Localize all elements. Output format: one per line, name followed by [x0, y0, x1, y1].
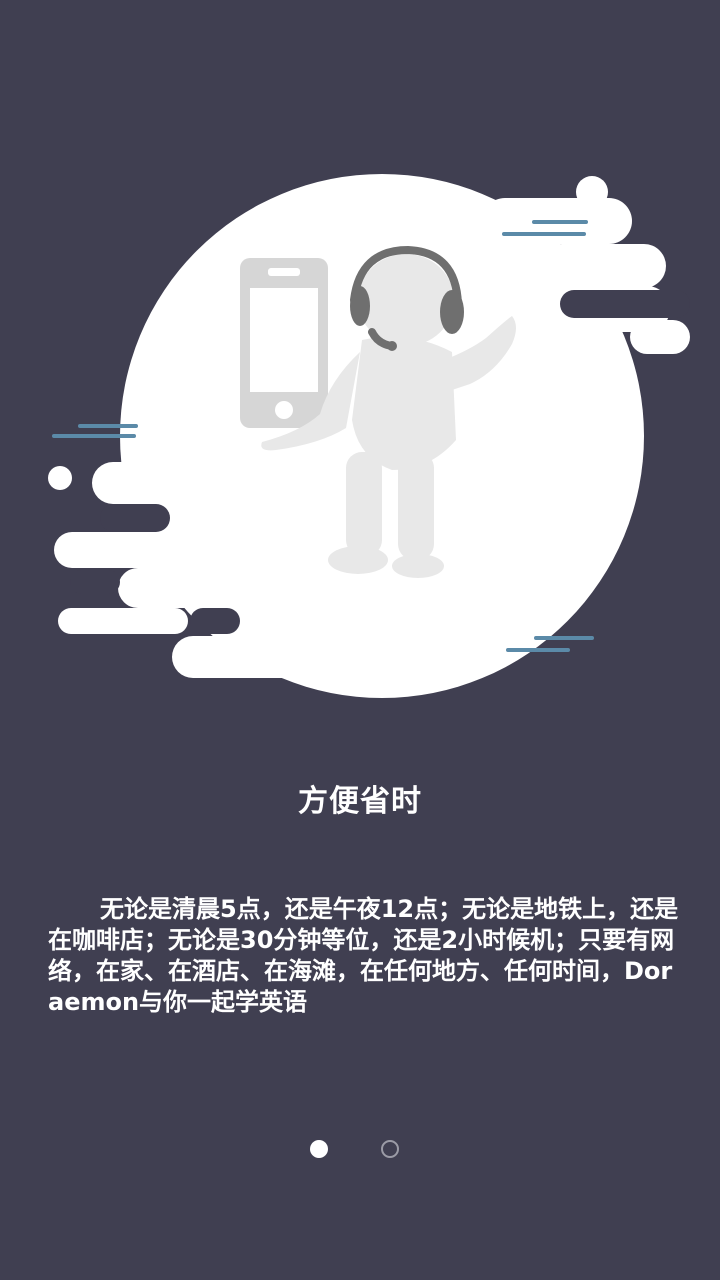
page-indicator: [0, 1138, 720, 1162]
page-dot-1[interactable]: [310, 1140, 328, 1158]
page-title: 方便省时: [298, 784, 422, 819]
page-dot-2[interactable]: [381, 1140, 399, 1158]
phone-icon: [240, 258, 328, 428]
onboarding-illustration: [48, 174, 690, 698]
onboarding-page: 方便省时 无论是清晨5点，还是午夜12点；无论是地铁上，还是在咖啡店；无论是30…: [0, 0, 720, 1280]
intro-description: 无论是清晨5点，还是午夜12点；无论是地铁上，还是在咖啡店；无论是30分钟等位，…: [48, 895, 679, 1016]
